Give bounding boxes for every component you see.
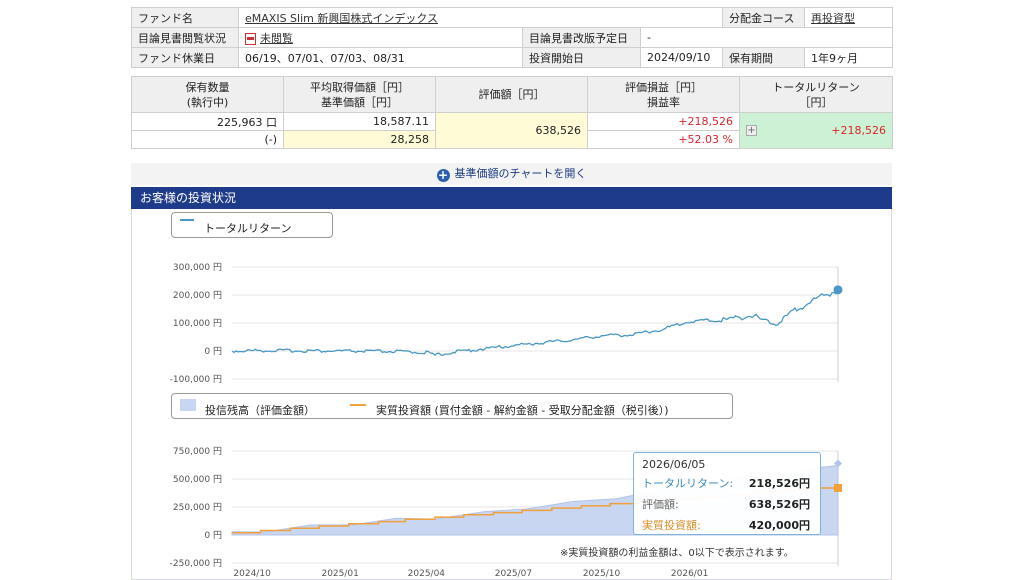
tooltip-total-return-value: 218,526円	[748, 477, 810, 490]
chart-tooltip: 2026/06/05 トータルリターン: 218,526円 評価額: 638,526…	[633, 452, 821, 535]
legend-area-swatch	[180, 399, 196, 411]
balance-legend[interactable]: 投信残高（評価金額） 実質投資額 (買付金額 - 解約金額 - 受取分配金額（税…	[171, 393, 733, 419]
balance-chart-xtick-label: 2025/07	[495, 569, 532, 579]
balance-chart-xtick-label: 2025/10	[583, 569, 621, 579]
return-chart-ytick-label: 0 円	[204, 346, 222, 357]
legend-total-return-label: トータルリターン	[204, 222, 292, 235]
legend-balance-label: 投信残高（評価金額）	[205, 404, 315, 417]
return-chart-ytick-label: 200,000 円	[173, 290, 222, 301]
balance-chart-ytick-label: 500,000 円	[173, 474, 222, 485]
balance-chart-xtick-label: 2025/04	[408, 569, 446, 579]
balance-chart-ytick-label: -250,000 円	[170, 558, 222, 569]
invested-point	[834, 483, 842, 492]
legend-invested-swatch	[350, 404, 366, 406]
balance-chart-xtick-label: 2024/10	[233, 569, 271, 579]
return-chart-ytick-label: 300,000 円	[173, 262, 222, 273]
tooltip-valuation-value: 638,526円	[748, 498, 810, 511]
legend-invested-label: 実質投資額 (買付金額 - 解約金額 - 受取分配金額（税引後）)	[376, 404, 669, 417]
tooltip-invested-label: 実質投資額:	[642, 519, 701, 532]
return-chart-ytick-label: 100,000 円	[173, 318, 222, 329]
balance-chart-xtick-label: 2025/01	[321, 569, 358, 579]
footnote: ※実質投資額の利益金額は、0以下で表示されます。	[560, 548, 794, 559]
balance-chart-ytick-label: 0 円	[204, 530, 222, 541]
tooltip-valuation-label: 評価額:	[642, 498, 679, 511]
tooltip-date: 2026/06/05	[642, 458, 706, 471]
tooltip-total-return-label: トータルリターン:	[642, 477, 734, 490]
total-return-point	[833, 285, 843, 295]
legend-line-swatch	[180, 219, 194, 221]
total-return-legend[interactable]: トータルリターン	[171, 212, 333, 238]
return-chart-ytick-label: -100,000 円	[170, 374, 222, 385]
balance-chart-xtick-label: 2026/01	[671, 569, 708, 579]
tooltip-invested-value: 420,000円	[748, 519, 810, 532]
balance-chart-ytick-label: 750,000 円	[173, 446, 222, 457]
balance-chart-ytick-label: 250,000 円	[173, 502, 222, 513]
investment-charts: -100,000 円 0 円 100,000 円 200,000 円 300,000 円…	[170, 262, 843, 579]
